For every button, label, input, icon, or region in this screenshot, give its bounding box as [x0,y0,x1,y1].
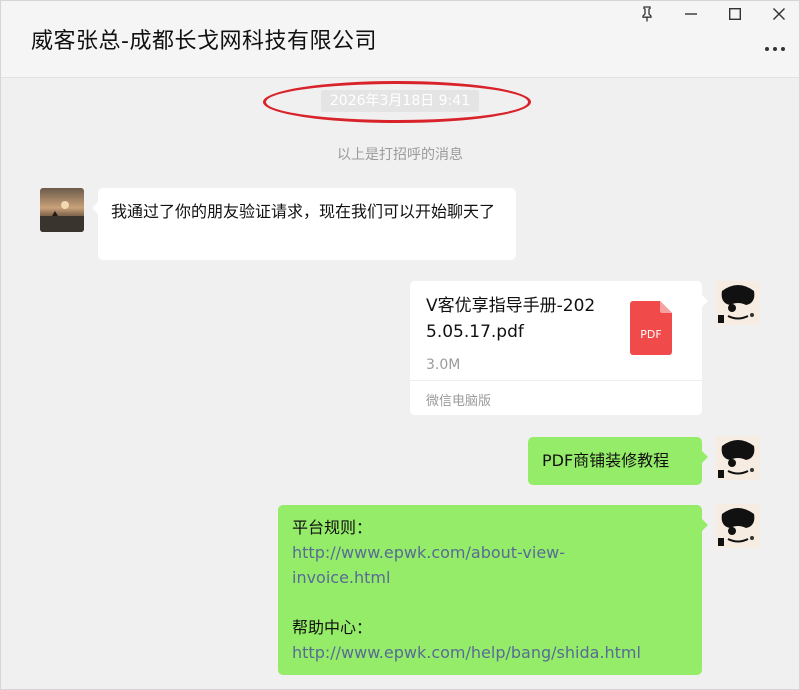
bubble-tail [702,451,708,463]
pdf-icon-label: PDF [640,328,661,341]
self-avatar[interactable] [716,436,760,480]
maximize-icon[interactable] [723,3,747,25]
timestamp-highlight-circle [263,81,531,123]
chat-title: 威客张总-成都长戈网科技有限公司 [31,29,377,54]
pin-icon[interactable] [635,3,659,25]
rules-label: 平台规则： [292,518,373,537]
more-icon[interactable] [761,39,789,59]
system-message: 以上是打招呼的消息 [337,147,463,163]
title-bar: 威客张总-成都长戈网科技有限公司 [1,1,799,78]
minimize-icon[interactable] [679,3,703,25]
self-avatar[interactable] [716,504,760,548]
rules-link-continued[interactable]: invoice.html [292,565,688,590]
file-size: 3.0M [426,357,461,373]
message-bubble-text[interactable]: 我通过了你的朋友验证请求，现在我们可以开始聊天了 [92,188,516,260]
bubble-tail [702,295,708,307]
message-bubble-text[interactable]: PDF商铺装修教程 [528,437,708,485]
file-card-footer: 微信电脑版 [410,380,702,415]
file-message-card[interactable]: V客优享指导手册-2025.05.17.pdf 3.0M PDF 微信电脑版 [410,281,708,415]
bubble-tail [92,202,98,214]
help-link[interactable]: http://www.epwk.com/help/bang/shida.html [292,640,688,665]
contact-avatar[interactable] [40,188,84,232]
chat-area: 2026年3月18日 9:41 以上是打招呼的消息 我通过了你的朋友验证请求，现… [1,78,799,689]
message-text: 我通过了你的朋友验证请求，现在我们可以开始聊天了 [111,202,496,221]
message-text: PDF商铺装修教程 [542,451,670,470]
help-label: 帮助中心： [292,618,373,637]
chat-window: 威客张总-成都长戈网科技有限公司 2026年3月18日 9:41 以上是打招呼的… [0,0,800,690]
rules-link[interactable]: http://www.epwk.com/about-view- [292,540,688,565]
self-avatar[interactable] [716,281,760,325]
file-name: V客优享指导手册-2025.05.17.pdf [426,296,596,342]
message-bubble-links[interactable]: 平台规则： http://www.epwk.com/about-view- in… [278,505,708,675]
bubble-tail [702,519,708,531]
file-source: 微信电脑版 [426,394,492,409]
pdf-file-icon: PDF [630,301,672,355]
close-icon[interactable] [767,3,791,25]
